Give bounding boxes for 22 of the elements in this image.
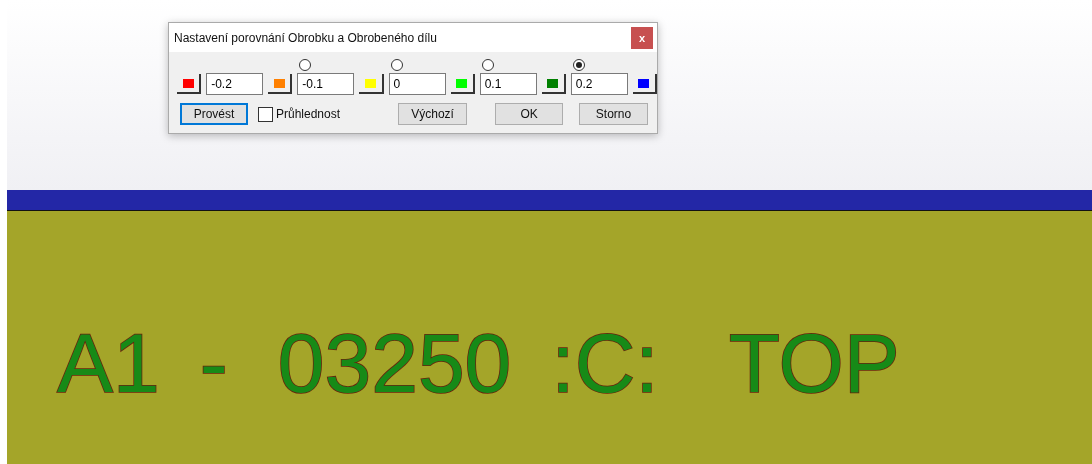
radio-button[interactable]	[572, 59, 585, 71]
checkbox-label: Průhlednost	[276, 107, 341, 121]
threshold-field[interactable]: -0.1	[297, 73, 355, 95]
dialog-button[interactable]: Storno	[579, 103, 649, 125]
threshold-field[interactable]: -0.2	[206, 73, 264, 95]
apply-button[interactable]: Provést	[180, 103, 248, 125]
threshold-field[interactable]: 0.1	[479, 73, 537, 95]
engraved-text: A1	[57, 321, 160, 405]
radio-button[interactable]	[390, 59, 403, 71]
engraved-text: :C:	[551, 321, 659, 405]
dialog-button[interactable]: OK	[495, 103, 564, 125]
threshold-field[interactable]: 0.2	[570, 73, 628, 95]
engraved-text: 03250	[277, 321, 512, 405]
radio-button[interactable]	[481, 59, 494, 71]
radio-button[interactable]	[299, 59, 312, 71]
window-title: Nastavení porovnání Obrobku a Obrobeného dílu	[174, 30, 437, 45]
engraved-text: TOP	[728, 321, 900, 405]
dialog-button[interactable]: Výchozí	[398, 103, 468, 125]
threshold-field[interactable]: 0	[388, 73, 446, 95]
checkbox[interactable]	[258, 106, 273, 122]
close-button[interactable]: x	[631, 26, 653, 49]
engraved-text: -	[199, 321, 228, 405]
